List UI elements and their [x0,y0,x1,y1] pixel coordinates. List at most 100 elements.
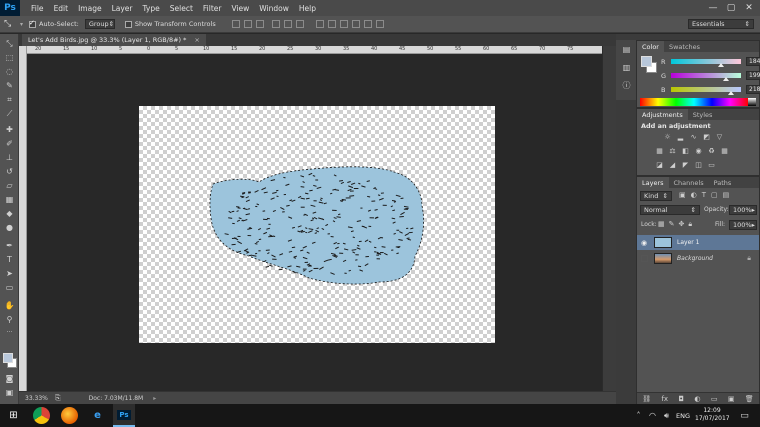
input-language[interactable]: ENG [676,412,690,420]
distribute-left-icon[interactable] [351,20,360,28]
color-lookup-icon[interactable]: ▦ [720,147,729,155]
marquee-tool-icon[interactable]: ⬚ [3,52,16,63]
lasso-tool-icon[interactable]: ◌ [3,66,16,77]
tab-swatches[interactable]: Swatches [664,43,705,51]
tab-adjustments[interactable]: Adjustments [637,109,688,120]
history-brush-tool-icon[interactable]: ↺ [3,166,16,177]
black-white-ramp[interactable] [748,98,756,106]
exposure-icon[interactable]: ◩ [702,133,711,141]
add-mask-icon[interactable]: ◘ [678,395,684,403]
document-canvas[interactable] [139,106,495,343]
hue-saturation-icon[interactable]: ▦ [655,147,664,155]
slider-green-track[interactable] [671,73,741,81]
menu-file[interactable]: File [26,4,49,13]
document-tab[interactable]: Let's Add Birds.jpg @ 33.3% (Layer 1, RG… [22,34,206,46]
info-panel-icon[interactable]: ⓘ [620,80,633,91]
visibility-eye-icon[interactable]: ◉ [641,239,647,247]
layer-filter-dropdown[interactable]: Kind ⇕ [640,191,672,201]
color-balance-icon[interactable]: ⚖ [668,147,677,155]
auto-select-dropdown[interactable]: Group ⇕ [84,19,115,29]
threshold-icon[interactable]: ◤ [681,161,690,169]
zoom-tool-icon[interactable]: ⚲ [3,314,16,325]
quick-select-tool-icon[interactable]: ✎ [3,80,16,91]
opacity-field[interactable]: 100% ▸ [729,205,757,215]
layer-1-bird-flock[interactable] [139,106,495,343]
show-transform-checkbox[interactable] [124,20,132,28]
dodge-tool-icon[interactable]: ● [3,222,16,233]
tab-paths[interactable]: Paths [709,179,737,187]
new-layer-icon[interactable]: ▣ [728,395,735,403]
document-size-info[interactable]: Doc: 7.03M/11.8M [89,395,144,402]
more-tools-icon[interactable]: ··· [3,327,16,338]
firefox-taskbar-icon[interactable] [61,407,78,424]
new-group-icon[interactable]: ▭ [711,395,718,403]
gradient-map-icon[interactable]: ▭ [707,161,716,169]
layer-row-background[interactable]: Background 🔒︎ [637,251,759,266]
photoshop-taskbar-button[interactable]: Ps [113,404,135,427]
align-right-icon[interactable] [295,20,304,28]
lock-pixels-icon[interactable]: ✎ [669,220,675,229]
shape-tool-icon[interactable]: ▭ [3,282,16,293]
vertical-ruler[interactable] [19,46,27,391]
curves-icon[interactable]: ∿ [689,133,698,141]
slider-red-track[interactable] [671,59,741,67]
menu-window[interactable]: Window [254,4,294,13]
distribute-right-icon[interactable] [375,20,384,28]
menu-select[interactable]: Select [165,4,198,13]
slider-blue[interactable]: B 218 [661,84,760,95]
slider-blue-value[interactable]: 218 [746,85,760,94]
new-adjustment-icon[interactable]: ◐ [694,395,700,403]
invert-icon[interactable]: ◪ [655,161,664,169]
export-icon[interactable]: ⎘ [55,394,61,403]
filter-pixel-icon[interactable]: ▣ [679,191,686,199]
channel-mixer-icon[interactable]: ♻ [707,147,716,155]
lock-position-icon[interactable]: ✥ [679,220,685,229]
distribute-top-icon[interactable] [315,20,324,28]
quick-mask-icon[interactable]: ◙ [3,373,16,384]
align-vcenter-icon[interactable] [243,20,252,28]
layer-name[interactable]: Background [677,255,713,262]
black-white-icon[interactable]: ◧ [681,147,690,155]
brush-tool-icon[interactable]: ✐ [3,138,16,149]
selective-color-icon[interactable]: ◫ [694,161,703,169]
menu-filter[interactable]: Filter [198,4,227,13]
levels-icon[interactable]: ▂ [676,133,685,141]
layer-row-layer-1[interactable]: ◉ Layer 1 [637,235,759,250]
delete-layer-icon[interactable]: 🗑︎ [745,395,754,403]
photo-filter-icon[interactable]: ◉ [694,147,703,155]
healing-brush-tool-icon[interactable]: ✚ [3,124,16,135]
volume-icon[interactable]: 🔊︎ [658,407,675,424]
filter-shape-icon[interactable]: ▢ [711,191,718,199]
tab-styles[interactable]: Styles [688,111,718,119]
blend-mode-dropdown[interactable]: Normal ⇕ [640,205,700,215]
zoom-level[interactable]: 33.33% [25,395,51,402]
chrome-taskbar-icon[interactable] [33,407,50,424]
align-top-icon[interactable] [231,20,240,28]
slider-blue-track[interactable] [671,87,741,95]
system-clock[interactable]: 12:09 17/07/2017 [695,407,730,423]
color-spectrum-ramp[interactable] [640,98,748,106]
posterize-icon[interactable]: ◢ [668,161,677,169]
eyedropper-tool-icon[interactable]: ⟋ [3,108,16,119]
align-hcenter-icon[interactable] [283,20,292,28]
clone-stamp-tool-icon[interactable]: ⊥ [3,152,16,163]
edge-taskbar-icon[interactable]: e [89,407,106,424]
slider-thumb[interactable] [718,63,725,67]
menu-view[interactable]: View [226,4,254,13]
foreground-color-swatch[interactable] [3,353,13,363]
distribute-hcenter-icon[interactable] [363,20,372,28]
move-tool-icon[interactable]: ⤡ [3,38,16,49]
history-panel-icon[interactable]: ▤ [620,44,633,55]
fill-field[interactable]: 100% ▸ [729,220,757,230]
slider-red[interactable]: R 184 [661,56,760,67]
lock-transparency-icon[interactable]: ▦ [658,220,665,229]
color-panel-foreground-swatch[interactable] [641,56,652,67]
filter-smart-object-icon[interactable]: ▤ [723,191,730,199]
tool-preset-chevron-icon[interactable]: ▾ [20,21,23,28]
layer-name[interactable]: Layer 1 [677,239,699,246]
menu-type[interactable]: Type [138,4,165,13]
slider-thumb[interactable] [722,77,729,81]
layer-style-icon[interactable]: fx [661,395,668,403]
filter-type-icon[interactable]: T [702,191,706,199]
filter-adjustment-icon[interactable]: ◐ [691,191,697,199]
